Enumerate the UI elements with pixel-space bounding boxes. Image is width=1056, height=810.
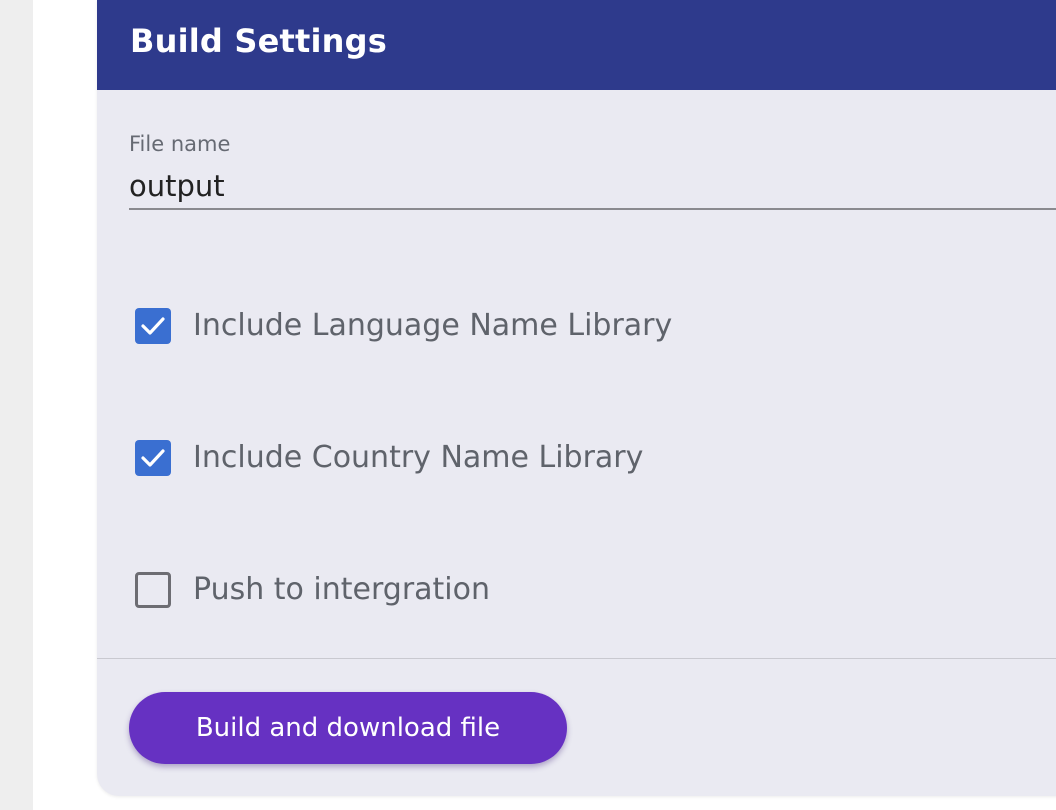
option-push-integration[interactable]: Push to intergration — [135, 570, 1035, 610]
footer-divider — [97, 658, 1056, 659]
file-name-label: File name — [129, 132, 231, 156]
file-name-field: File name — [129, 130, 1056, 218]
option-country-library-label: Include Country Name Library — [193, 440, 644, 475]
check-icon — [141, 317, 165, 335]
option-language-library[interactable]: Include Language Name Library — [135, 306, 1035, 346]
checkbox-language-library[interactable] — [135, 308, 171, 344]
checkbox-country-library[interactable] — [135, 440, 171, 476]
build-settings-card: Build Settings File name Include Languag… — [97, 0, 1056, 796]
card-header: Build Settings — [97, 0, 1056, 90]
option-push-integration-label: Push to intergration — [193, 572, 491, 607]
checkbox-push-integration[interactable] — [135, 572, 171, 608]
option-country-library[interactable]: Include Country Name Library — [135, 438, 1035, 478]
page-gutter — [0, 0, 33, 810]
file-name-input[interactable] — [129, 164, 1056, 210]
card-title: Build Settings — [130, 22, 388, 60]
option-language-library-label: Include Language Name Library — [193, 308, 673, 343]
build-and-download-button[interactable]: Build and download file — [129, 692, 567, 764]
check-icon — [141, 449, 165, 467]
